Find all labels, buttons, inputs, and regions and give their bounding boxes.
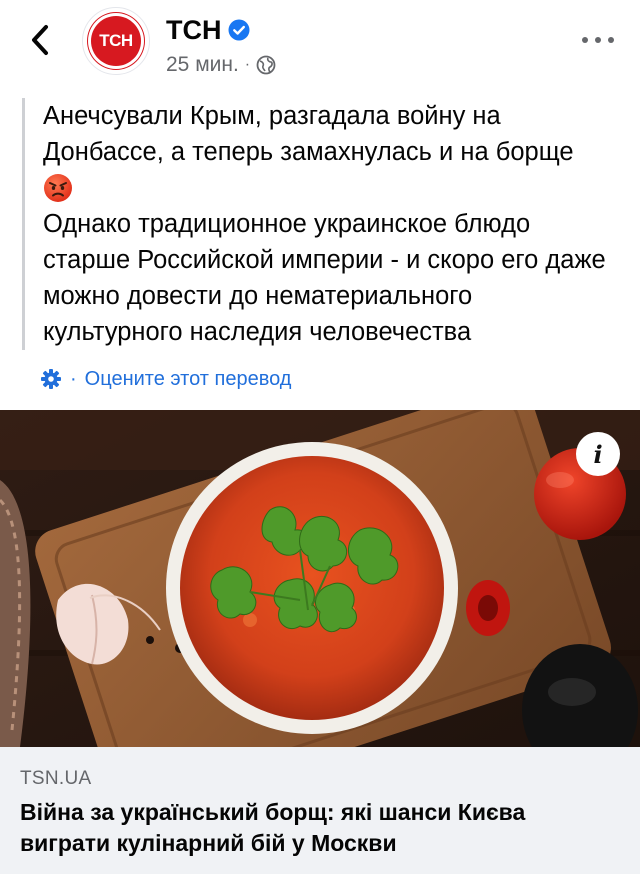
avatar-logo: ТСН [88, 13, 144, 69]
page-name-row: ТСН [166, 14, 250, 46]
facebook-post-screen: ТСН ТСН 25 мин. · Анечсували Крым, разга… [0, 0, 640, 874]
link-domain: TSN.UA [20, 768, 92, 789]
page-name[interactable]: ТСН [166, 14, 222, 46]
more-dot [595, 37, 601, 43]
link-preview-image[interactable]: i [0, 410, 640, 747]
back-button[interactable] [22, 20, 58, 60]
angry-face-emoji-icon [44, 174, 72, 202]
more-options-button[interactable] [582, 28, 614, 52]
meta-separator: · [244, 56, 251, 73]
post-header: ТСН ТСН 25 мин. · [0, 0, 640, 90]
more-dot [608, 37, 614, 43]
post-text-paragraph-1: Анечсували Крым, разгадала войну на Донб… [43, 102, 574, 166]
emoji-line [43, 170, 618, 206]
post-text-paragraph-2: Однако традиционное украинское блюдо ста… [43, 210, 606, 346]
rate-separator: · [70, 368, 77, 390]
back-chevron-icon [32, 25, 48, 55]
borscht-photo [0, 410, 640, 747]
rate-translation-link[interactable]: Оцените этот перевод [85, 366, 292, 392]
avatar-logo-text: ТСН [99, 31, 133, 50]
more-dots-icon [582, 37, 588, 43]
info-icon: i [593, 439, 603, 469]
translated-post-text: Анечсували Крым, разгадала войну на Донб… [22, 98, 618, 350]
info-button[interactable]: i [576, 432, 620, 476]
link-title[interactable]: Війна за український борщ: які шанси Киє… [20, 797, 620, 859]
rate-translation-row[interactable]: · Оцените этот перевод [40, 366, 291, 392]
link-preview-footer[interactable]: TSN.UA Війна за український борщ: які ша… [0, 747, 640, 874]
verified-badge-icon [228, 19, 249, 41]
avatar[interactable]: ТСН [82, 7, 150, 75]
post-meta: 25 мин. · [166, 52, 276, 78]
post-time[interactable]: 25 мин. [166, 52, 239, 78]
globe-icon[interactable] [256, 55, 276, 75]
gear-icon [41, 369, 61, 389]
